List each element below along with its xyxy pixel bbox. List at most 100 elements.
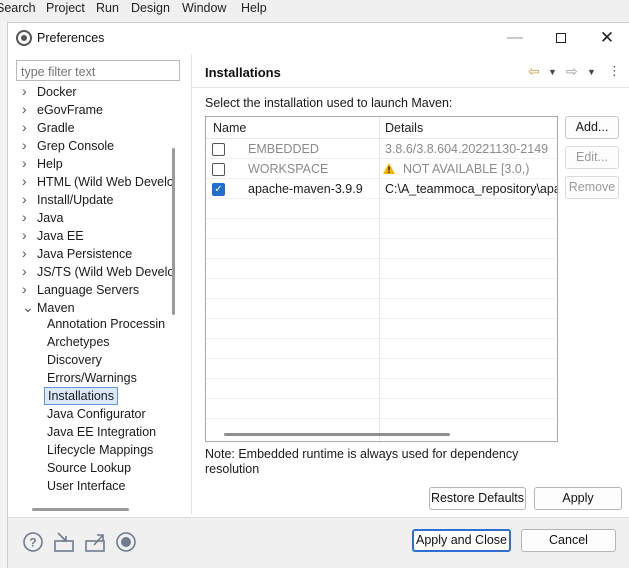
installation-details: NOT AVAILABLE [3.0,) [403,162,530,176]
page-navigation: ⇦ ▼ ⇨ ▼ ⋮ [528,63,628,81]
tree-item[interactable]: › Java EE [22,227,87,245]
table-row[interactable]: EMBEDDED 3.8.6/3.8.604.20221130-2149 [206,140,557,159]
tree-item[interactable]: Annotation Processin [44,317,168,335]
chevron-right-icon[interactable]: › [22,245,34,261]
forward-arrow-icon[interactable]: ⇨ [566,63,578,80]
tree-item[interactable]: Source Lookup [44,461,134,479]
chevron-right-icon[interactable]: › [22,155,34,171]
tree-item[interactable]: › Gradle [22,119,78,137]
empty-table-row [206,240,557,259]
forward-history-dropdown-icon[interactable]: ▼ [587,67,596,77]
table-row[interactable]: ✓ apache-maven-3.9.9 C:\A_teammoca_repos… [206,180,557,199]
table-horizontal-scrollbar[interactable] [224,433,450,436]
tree-item[interactable]: Java EE Integration [44,425,159,443]
tree-item-label: Source Lookup [47,461,132,475]
tree-horizontal-scrollbar[interactable] [32,508,129,511]
chevron-right-icon[interactable]: › [22,83,34,99]
edit-button[interactable]: Edit... [565,146,619,169]
apply-and-close-button[interactable]: Apply and Close [412,529,511,552]
tree-item[interactable]: › Install/Update [22,191,116,209]
record-icon[interactable] [115,531,139,553]
minimize-button[interactable]: — [492,23,538,53]
panel-divider[interactable] [191,54,192,514]
chevron-right-icon[interactable]: › [22,173,34,189]
column-header-details[interactable]: Details [385,121,423,135]
tree-item[interactable]: Lifecycle Mappings [44,443,156,461]
close-button[interactable]: ✕ [584,23,629,53]
add-button[interactable]: Add... [565,116,619,139]
chevron-right-icon[interactable]: › [22,137,34,153]
warning-icon [383,163,395,174]
tree-item[interactable]: › Java [22,209,66,227]
installation-checkbox[interactable]: ✓ [212,183,225,196]
maximize-icon [556,33,566,43]
empty-table-row [206,260,557,279]
empty-table-row [206,400,557,419]
menu-search[interactable]: Search [0,1,36,15]
tree-item-label: Language Servers [37,283,140,297]
tree-item[interactable]: › HTML (Wild Web Develo [22,173,177,191]
tree-item-label: Maven [37,301,75,315]
chevron-right-icon[interactable]: › [22,101,34,117]
tree-item-label: Java EE Integration [47,425,157,439]
cancel-button[interactable]: Cancel [521,529,616,552]
chevron-right-icon[interactable]: › [22,209,34,225]
menu-run[interactable]: Run [96,1,119,15]
installation-checkbox[interactable] [212,163,225,176]
maximize-button[interactable] [538,23,584,53]
tree-item[interactable]: › Help [22,155,66,173]
tree-item-label: Gradle [37,121,75,135]
menu-project[interactable]: Project [46,1,85,15]
tree-item[interactable]: User Interface [44,479,129,497]
back-arrow-icon[interactable]: ⇦ [528,63,540,80]
chevron-right-icon[interactable]: › [22,191,34,207]
installation-name: apache-maven-3.9.9 [248,182,363,196]
tree-item[interactable]: › eGovFrame [22,101,106,119]
tree-item[interactable]: Archetypes [44,335,113,353]
preferences-tree: › Docker › eGovFrame › Gradle › Grep Console › He… [8,83,180,503]
chevron-right-icon[interactable]: › [22,263,34,279]
import-icon[interactable] [53,531,77,553]
tree-item[interactable]: › Grep Console [22,137,117,155]
empty-table-row [206,320,557,339]
chevron-right-icon[interactable]: › [22,281,34,297]
menu-design[interactable]: Design [131,1,170,15]
back-history-dropdown-icon[interactable]: ▼ [548,67,557,77]
tree-item-label: Errors/Warnings [47,371,137,385]
tree-item[interactable]: Discovery [44,353,105,371]
help-icon[interactable]: ? [22,531,46,553]
tree-item[interactable]: › Language Servers [22,281,142,299]
tree-item[interactable]: › Java Persistence [22,245,135,263]
installation-name: EMBEDDED [248,142,319,156]
chevron-down-icon[interactable]: ⌄ [22,299,34,316]
chevron-right-icon[interactable]: › [22,227,34,243]
tree-item-label: Java [37,211,64,225]
tree-item[interactable]: ⌄ Maven [22,299,78,317]
remove-button[interactable]: Remove [565,176,619,199]
column-header-name[interactable]: Name [213,121,246,135]
menu-help[interactable]: Help [241,1,267,15]
table-row[interactable]: WORKSPACE NOT AVAILABLE [3.0,) [206,160,557,179]
menu-window[interactable]: Window [182,1,226,15]
view-menu-icon[interactable]: ⋮ [608,63,621,79]
tree-item[interactable]: › Docker [22,83,80,101]
empty-table-row [206,300,557,319]
installation-name: WORKSPACE [248,162,329,176]
empty-table-row [206,360,557,379]
filter-input[interactable] [16,60,180,81]
installation-checkbox[interactable] [212,143,225,156]
restore-defaults-button[interactable]: Restore Defaults [429,487,526,510]
tree-item-label: Annotation Processin [47,317,166,331]
background-editor-edge [0,22,7,568]
preferences-icon [16,30,32,46]
embedded-runtime-note: Note: Embedded runtime is always used fo… [205,447,519,476]
tree-item[interactable]: Java Configurator [44,407,149,425]
export-icon[interactable] [84,531,108,553]
tree-vertical-scrollbar[interactable] [172,148,175,315]
apply-button[interactable]: Apply [534,487,622,510]
tree-item-label: JS/TS (Wild Web Develo [37,265,175,279]
tree-item[interactable]: Installations [44,387,119,407]
tree-item[interactable]: › JS/TS (Wild Web Develo [22,263,177,281]
chevron-right-icon[interactable]: › [22,119,34,135]
tree-item-label: Install/Update [37,193,114,207]
